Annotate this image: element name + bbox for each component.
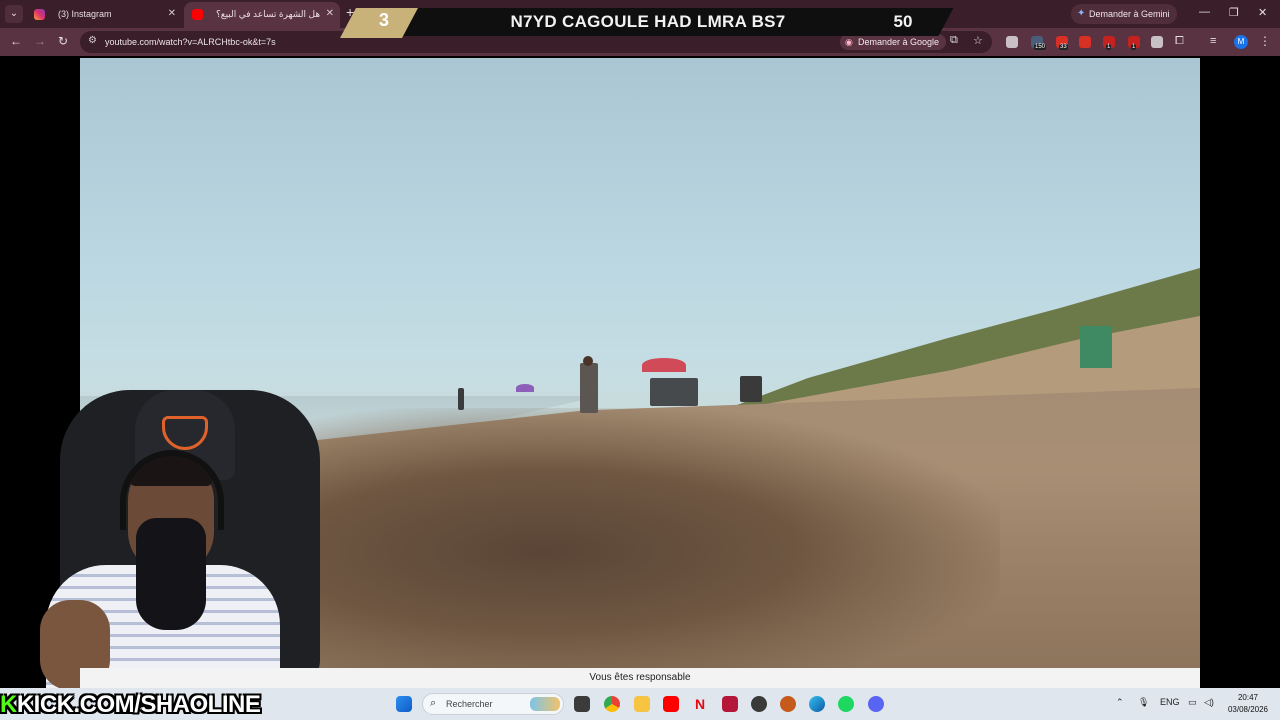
forward-arrow-icon[interactable]: →	[34, 34, 46, 48]
reload-icon[interactable]: ↻	[58, 34, 68, 48]
face-mask	[136, 518, 206, 630]
tab-label: هل الشهرة تساعد في البيع؟	[216, 9, 321, 19]
discord-icon[interactable]	[868, 696, 884, 712]
spotify-icon[interactable]	[838, 696, 854, 712]
clock-time: 20:47	[1237, 693, 1259, 702]
youtube-icon	[192, 9, 203, 20]
tab-search-button[interactable]: ⌄	[5, 5, 23, 23]
kick-watermark: KKICK.COM/SHAOLINE	[0, 690, 261, 720]
close-icon[interactable]: ✕	[168, 2, 176, 26]
video-caption-bar: Vous êtes responsable	[80, 668, 1200, 688]
windows-start-icon[interactable]	[396, 696, 412, 712]
bicycle-group	[650, 378, 698, 406]
microphone-icon[interactable]: 🎙	[1138, 697, 1149, 708]
app-icon[interactable]	[722, 696, 738, 712]
bookmark-star-icon[interactable]: ☆	[973, 34, 983, 47]
tray-overflow-icon[interactable]: ⌃	[1116, 697, 1124, 708]
taskbar-search[interactable]: ⌕ Rechercher	[422, 693, 564, 715]
stream-overlay-banner: 3 N7YD CAGOULE HAD LMRA BS7 50	[340, 8, 954, 38]
extension-icon[interactable]	[1006, 36, 1018, 48]
url-text[interactable]: youtube.com/watch?v=ALRCHtbc-ok&t=7s	[105, 31, 276, 53]
seated-person	[740, 376, 762, 402]
search-highlight-image	[530, 697, 560, 711]
gemini-button[interactable]: ✦ Demander à Gemini	[1071, 4, 1177, 24]
install-app-icon[interactable]: ⧉	[950, 34, 958, 47]
instagram-icon	[34, 9, 45, 20]
edge-icon[interactable]	[809, 696, 825, 712]
kick-k-logo: K	[0, 691, 17, 718]
reading-list-icon[interactable]: ≡	[1210, 35, 1216, 47]
beach-umbrella	[642, 358, 686, 372]
tab-instagram[interactable]: (3) Instagram ✕	[26, 2, 182, 28]
clock-date: 03/08/2026	[1227, 705, 1269, 714]
lifeguard-post	[1080, 326, 1112, 368]
app-icon[interactable]	[751, 696, 767, 712]
app-icon[interactable]	[780, 696, 796, 712]
gemini-icon: ✦	[1077, 8, 1086, 19]
tab-youtube[interactable]: هل الشهرة تساعد في البيع؟ ✕	[184, 2, 340, 28]
extension-icon[interactable]: 33	[1056, 36, 1068, 50]
gemini-label: Demander à Gemini	[1089, 9, 1170, 19]
chrome-icon[interactable]	[604, 696, 620, 712]
close-icon[interactable]: ✕	[326, 2, 334, 26]
restore-button[interactable]: ❐	[1229, 6, 1239, 19]
walking-person	[580, 363, 598, 413]
netflix-icon[interactable]: N	[692, 696, 708, 712]
puzzle-extensions-icon[interactable]: ⧠	[1175, 35, 1184, 48]
banner-number: 3	[378, 10, 389, 30]
back-arrow-icon[interactable]: ←	[10, 34, 22, 48]
site-info-icon[interactable]: ⚙	[88, 35, 97, 46]
extension-icon[interactable]: 1	[1103, 36, 1115, 50]
ask-google-label: Demander à Google	[858, 37, 940, 47]
language-indicator[interactable]: ENG	[1160, 697, 1180, 707]
minimize-button[interactable]: —	[1199, 6, 1210, 18]
task-view-icon[interactable]	[574, 696, 590, 712]
beach-umbrella	[516, 384, 534, 392]
kebab-menu-icon[interactable]: ⋮	[1259, 34, 1271, 48]
search-placeholder: Rechercher	[446, 699, 493, 709]
extension-icon[interactable]: 150	[1031, 36, 1047, 50]
network-icon[interactable]: ▭	[1188, 697, 1197, 708]
extension-icon[interactable]	[1079, 36, 1091, 48]
dark-sand	[240, 408, 1000, 668]
webcam-overlay	[40, 390, 320, 690]
extension-icon[interactable]	[1151, 36, 1163, 48]
youtube-app-icon[interactable]	[663, 696, 679, 712]
distant-person	[458, 388, 464, 410]
file-explorer-icon[interactable]	[634, 696, 650, 712]
search-icon: ⌕	[430, 697, 437, 709]
tab-label: (3) Instagram	[58, 9, 112, 19]
banner-count: 50	[893, 12, 913, 31]
banner-title: N7YD CAGOULE HAD LMRA BS7	[510, 12, 786, 31]
profile-avatar[interactable]: M	[1234, 35, 1248, 49]
volume-icon[interactable]: ◁)	[1204, 697, 1214, 708]
kick-url: KICK.COM/SHAOLINE	[16, 691, 261, 718]
system-clock[interactable]: 20:47 03/08/2026	[1226, 692, 1270, 716]
window-close-button[interactable]: ✕	[1258, 6, 1267, 19]
person-head	[583, 356, 593, 366]
extension-icon[interactable]: 1	[1128, 36, 1140, 50]
